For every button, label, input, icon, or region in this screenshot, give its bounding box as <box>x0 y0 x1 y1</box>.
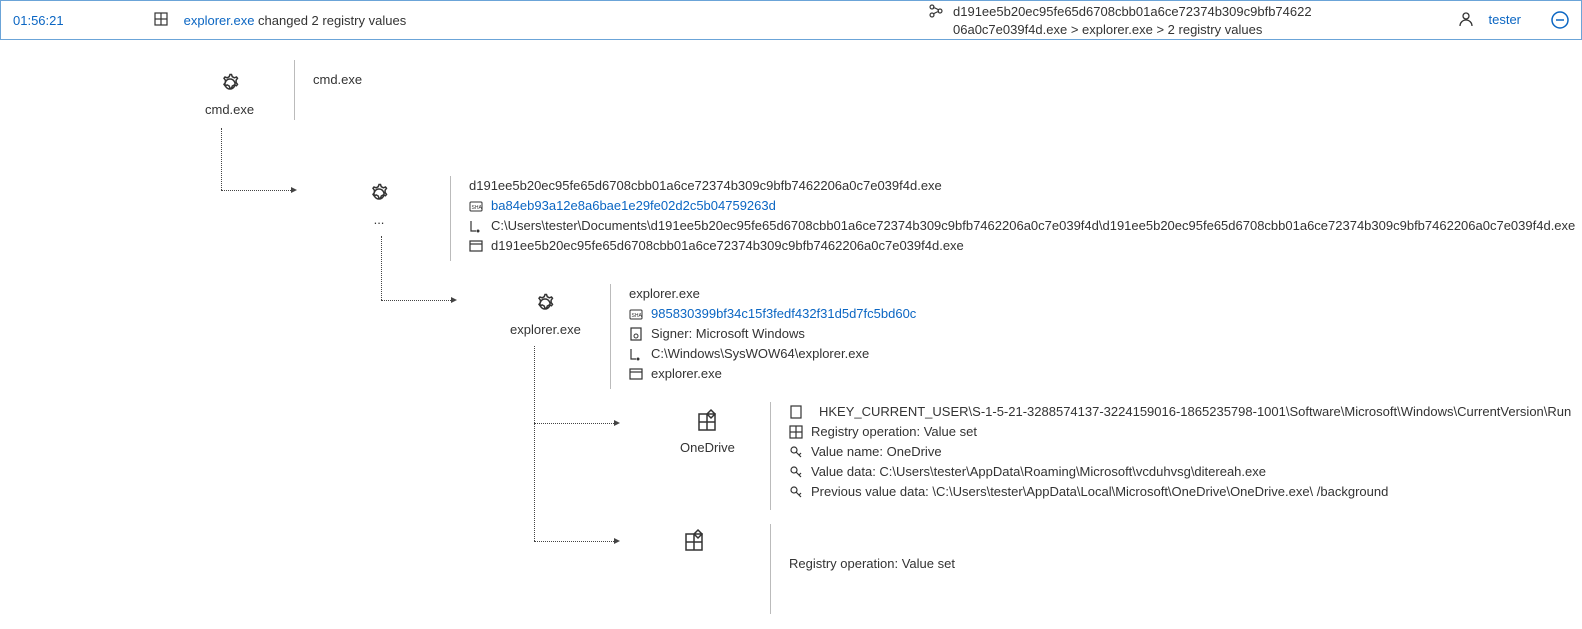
process-link[interactable]: explorer.exe <box>184 13 255 28</box>
explorer-title: explorer.exe <box>629 284 700 304</box>
payload-path: C:\Users\tester\Documents\d191ee5b20ec95… <box>491 216 1575 236</box>
arrow-icon <box>291 187 297 193</box>
user-link[interactable]: tester <box>1488 12 1521 27</box>
gear-icon <box>216 70 244 98</box>
reg1-detail-block: HKEY_CURRENT_USER\S-1-5-21-3288574137-32… <box>770 402 1571 510</box>
connector <box>381 236 382 300</box>
connector <box>534 423 535 541</box>
window-icon <box>629 367 643 381</box>
key-icon <box>789 485 803 499</box>
user-block: tester <box>1458 11 1521 27</box>
payload-window: d191ee5b20ec95fe65d6708cbb01a6ce72374b30… <box>491 236 964 256</box>
registry-icon <box>154 12 170 28</box>
payload-exe-name: d191ee5b20ec95fe65d6708cbb01a6ce72374b30… <box>469 176 942 196</box>
sha-icon <box>629 307 643 321</box>
breadcrumb-line2: 06a0c7e039f4d.exe > explorer.exe > 2 reg… <box>953 21 1312 39</box>
connector <box>221 190 291 191</box>
node-registry-onedrive[interactable]: OneDrive <box>680 408 735 455</box>
node-explorer-exe[interactable]: explorer.exe <box>510 290 581 337</box>
key-icon <box>789 445 803 459</box>
process-tree: cmd.exe cmd.exe ... d191ee5b20ec95fe65d6… <box>0 40 1582 70</box>
registry-icon <box>693 408 721 436</box>
connector <box>534 541 614 542</box>
connector <box>381 300 451 301</box>
reg2-op: Registry operation: Value set <box>789 554 955 574</box>
reg1-prev: Previous value data: \C:\Users\tester\Ap… <box>811 482 1388 502</box>
summary-text: explorer.exe changed 2 registry values <box>184 13 407 28</box>
connector <box>534 423 614 424</box>
path-icon <box>469 219 483 233</box>
explorer-sha-link[interactable]: 985830399bf34c15f3fedf432f31d5d7fc5bd60c <box>651 304 916 324</box>
payload-sha-link[interactable]: ba84eb93a12e8a6bae1e29fe02d2c5b04759263d <box>491 196 776 216</box>
timestamp: 01:56:21 <box>13 13 64 28</box>
event-header-row[interactable]: 01:56:21 explorer.exe changed 2 registry… <box>0 0 1582 40</box>
registry-icon <box>789 425 803 439</box>
explorer-signer: Signer: Microsoft Windows <box>651 324 805 344</box>
key-icon <box>789 465 803 479</box>
branch-icon <box>929 3 945 19</box>
connector <box>534 346 535 423</box>
sha-icon <box>469 199 483 213</box>
cmd-title: cmd.exe <box>313 70 362 90</box>
gear-icon <box>365 180 393 208</box>
arrow-icon <box>614 538 620 544</box>
reg1-name: Value name: OneDrive <box>811 442 942 462</box>
node-registry-2[interactable] <box>680 528 708 556</box>
explorer-detail-block: explorer.exe 985830399bf34c15f3fedf432f3… <box>610 284 916 389</box>
node-cmd-exe[interactable]: cmd.exe <box>205 70 254 117</box>
node-label: explorer.exe <box>510 322 581 337</box>
cert-icon <box>629 327 643 341</box>
arrow-icon <box>451 297 457 303</box>
breadcrumb-block: d191ee5b20ec95fe65d6708cbb01a6ce72374b30… <box>929 3 1312 39</box>
arrow-icon <box>614 420 620 426</box>
path-icon <box>629 347 643 361</box>
window-icon <box>469 239 483 253</box>
node-label: ... <box>374 212 385 227</box>
explorer-path: C:\Windows\SysWOW64\explorer.exe <box>651 344 869 364</box>
user-icon <box>1458 11 1474 27</box>
reg1-key: HKEY_CURRENT_USER\S-1-5-21-3288574137-32… <box>819 402 1571 422</box>
explorer-window: explorer.exe <box>651 364 722 384</box>
doc-icon <box>789 405 803 419</box>
node-label: cmd.exe <box>205 102 254 117</box>
node-label: OneDrive <box>680 440 735 455</box>
connector <box>221 128 222 190</box>
breadcrumb-line1: d191ee5b20ec95fe65d6708cbb01a6ce72374b30… <box>953 3 1312 21</box>
cmd-detail-block: cmd.exe <box>294 60 362 120</box>
payload-detail-block: d191ee5b20ec95fe65d6708cbb01a6ce72374b30… <box>450 176 1575 261</box>
reg2-detail-block: Registry operation: Value set <box>770 524 955 614</box>
reg1-op: Registry operation: Value set <box>811 422 977 442</box>
collapse-button[interactable] <box>1551 11 1569 29</box>
reg1-data: Value data: C:\Users\tester\AppData\Roam… <box>811 462 1266 482</box>
gear-icon <box>531 290 559 318</box>
node-payload-exe[interactable]: ... <box>365 180 393 227</box>
registry-icon <box>680 528 708 556</box>
summary-suffix: changed 2 registry values <box>254 13 406 28</box>
